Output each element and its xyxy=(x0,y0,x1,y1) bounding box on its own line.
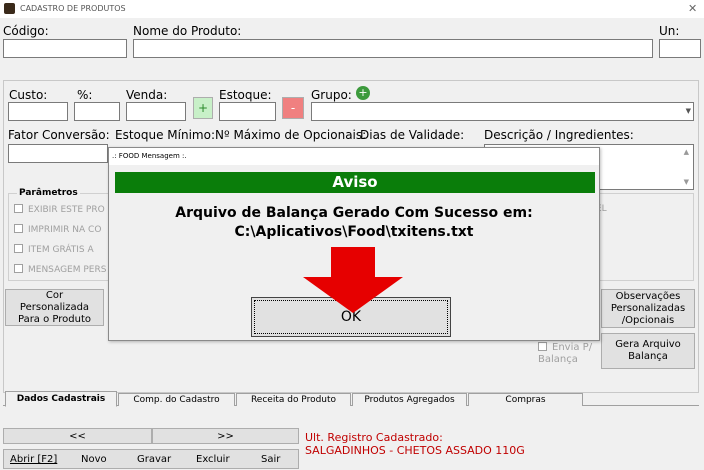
last-record-label: Ult. Registro Cadastrado: xyxy=(305,431,443,444)
scroll-up-icon[interactable]: ▲ xyxy=(684,148,689,156)
custo-input[interactable] xyxy=(8,102,68,121)
estoque-label: Estoque: xyxy=(219,88,272,102)
venda-input[interactable] xyxy=(126,102,186,121)
params-title: Parâmetros xyxy=(17,188,80,198)
dialog-title-bar: .: FOOD Mensagem :. xyxy=(109,148,599,165)
cor-personalizada-button[interactable]: Cor Personalizada Para o Produto xyxy=(5,289,104,326)
estoque-input[interactable] xyxy=(219,102,276,121)
app-icon xyxy=(4,3,15,14)
grupo-label: Grupo: xyxy=(311,88,352,102)
gera-arquivo-button[interactable]: Gera Arquivo Balança xyxy=(601,333,695,369)
sair-button[interactable]: Sair xyxy=(261,454,280,465)
gravar-button[interactable]: Gravar xyxy=(137,454,171,465)
add-group-icon[interactable]: + xyxy=(356,86,370,100)
increase-price-button[interactable]: + xyxy=(193,97,213,119)
un-input[interactable] xyxy=(659,39,701,58)
dialog-message: Arquivo de Balança Gerado Com Sucesso em… xyxy=(175,205,533,221)
dialog-path: C:\Aplicativos\Food\txitens.txt xyxy=(234,224,474,240)
descricao-label: Descrição / Ingredientes: xyxy=(484,128,634,142)
tab-comp-cadastro[interactable]: Comp. do Cadastro xyxy=(118,393,235,406)
max-opc-label: Nº Máximo de Opcionais: xyxy=(215,128,367,142)
last-record-value: SALGADINHOS - CHETOS ASSADO 110G xyxy=(305,444,525,457)
scroll-down-icon[interactable]: ▼ xyxy=(684,178,689,186)
codigo-label: Código: xyxy=(3,24,49,38)
tab-dados-cadastrais[interactable]: Dados Cadastrais xyxy=(5,391,117,407)
observacoes-button[interactable]: Observações Personalizadas /Opcionais xyxy=(601,289,695,328)
window-title: CADASTRO DE PRODUTOS xyxy=(20,4,126,13)
estoque-min-label: Estoque Mínimo: xyxy=(115,128,216,142)
fator-label: Fator Conversão: xyxy=(8,128,110,142)
param-checkbox[interactable]: ITEM GRÁTIS A xyxy=(14,244,94,255)
arrow-down-icon xyxy=(303,247,403,313)
next-record-button[interactable]: >> xyxy=(152,428,299,444)
title-bar: CADASTRO DE PRODUTOS ✕ xyxy=(0,0,704,18)
param-checkbox[interactable]: EXIBIR ESTE PRO xyxy=(14,204,105,215)
excluir-button[interactable]: Excluir xyxy=(196,454,230,465)
envia-balanca-checkbox[interactable]: Envia P/ Balança xyxy=(538,342,598,366)
codigo-input[interactable] xyxy=(3,39,127,58)
un-label: Un: xyxy=(659,24,680,38)
nome-label: Nome do Produto: xyxy=(133,24,242,38)
param-checkbox[interactable]: IMPRIMIR NA CO xyxy=(14,224,101,235)
message-dialog: .: FOOD Mensagem :. Aviso Arquivo de Bal… xyxy=(108,147,600,341)
param-checkbox[interactable]: MENSAGEM PERS xyxy=(14,264,106,275)
tab-produtos-agregados[interactable]: Produtos Agregados xyxy=(352,393,467,406)
percent-input[interactable] xyxy=(74,102,120,121)
decrease-stock-button[interactable]: - xyxy=(282,97,304,119)
nome-input[interactable] xyxy=(133,39,653,58)
dialog-title: .: FOOD Mensagem :. xyxy=(112,152,187,160)
tab-receita-produto[interactable]: Receita do Produto xyxy=(236,393,351,406)
chevron-down-icon[interactable]: ▼ xyxy=(686,107,691,115)
dialog-header: Aviso xyxy=(115,172,595,193)
venda-label: Venda: xyxy=(126,88,168,102)
novo-button[interactable]: Novo xyxy=(81,454,107,465)
validade-label: Dias de Validade: xyxy=(360,128,465,142)
custo-label: Custo: xyxy=(9,88,48,102)
close-icon[interactable]: ✕ xyxy=(688,2,697,15)
abrir-button[interactable]: Abrir [F2] xyxy=(10,454,57,465)
prev-record-button[interactable]: << xyxy=(3,428,152,444)
fator-input[interactable] xyxy=(8,144,108,163)
grupo-select[interactable]: ▼ xyxy=(311,102,694,121)
tab-compras[interactable]: Compras xyxy=(468,393,583,406)
percent-label: %: xyxy=(77,88,93,102)
